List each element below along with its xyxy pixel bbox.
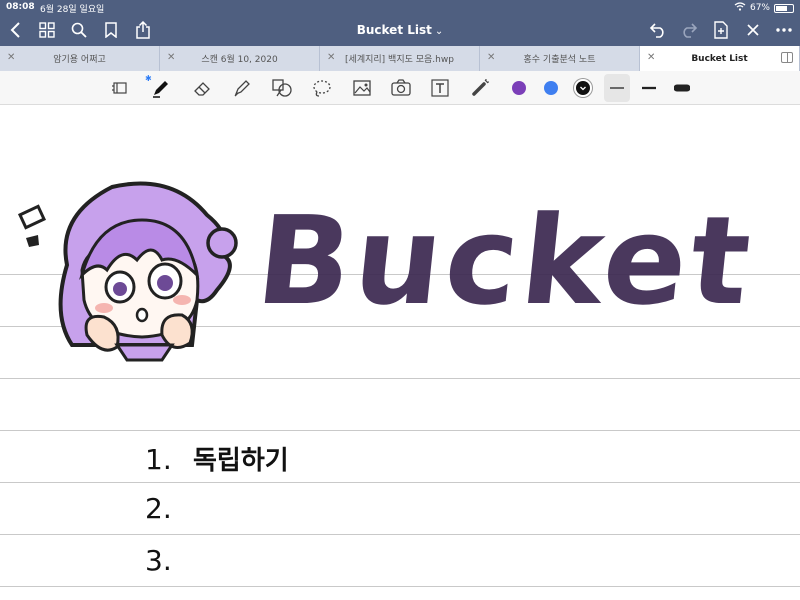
undo-button[interactable] (646, 18, 670, 42)
tab-0[interactable]: ✕ 암기용 어쩌고 (0, 46, 160, 71)
tab-label: 암기용 어쩌고 (53, 55, 106, 65)
tab-label: 홍수 기출분석 노트 (523, 55, 596, 65)
drawing-toolbar: ✱ (0, 71, 800, 105)
stroke-thick-option[interactable] (670, 76, 694, 100)
stroke-thin-option[interactable] (604, 74, 630, 102)
tab-1[interactable]: ✕ 스캔 6월 10, 2020 (160, 46, 320, 71)
chevron-down-icon (580, 86, 586, 91)
list-item: 3. (145, 544, 193, 577)
list-item-number: 2. (145, 492, 172, 525)
battery-fill (776, 5, 787, 11)
laser-pointer-tool[interactable] (468, 76, 492, 100)
handwritten-heading: Bucket L (250, 190, 800, 332)
color-swatch-black-selected[interactable] (576, 81, 590, 95)
lasso-tool[interactable] (310, 76, 334, 100)
pen-tool[interactable] (149, 76, 173, 100)
app-window: 08:08 6월 28일 일요일 67% Bucket List ⌄ ✕ 암기용… (0, 0, 800, 600)
status-right: 67% (734, 2, 794, 14)
thick-stroke-icon (674, 84, 690, 92)
undo-icon (649, 23, 664, 38)
image-icon (353, 80, 371, 96)
battery-icon (774, 3, 794, 13)
list-item-number: 1. (145, 443, 172, 476)
stroke-medium-option[interactable] (637, 76, 661, 100)
add-page-button[interactable] (709, 18, 733, 42)
document-title-text: Bucket List (356, 23, 432, 37)
purple-hair-character-sticker[interactable] (12, 175, 247, 365)
medium-stroke-icon (642, 86, 656, 90)
close-tab-icon[interactable]: ✕ (167, 52, 175, 63)
ruled-line (0, 378, 800, 379)
close-tab-icon[interactable]: ✕ (647, 52, 655, 63)
list-item-text: 독립하기 (193, 446, 289, 476)
chevron-down-icon: ⌄ (434, 26, 444, 37)
tab-label: Bucket List (691, 53, 748, 64)
tab-2[interactable]: ✕ [세계지리] 백지도 모음.hwp (320, 46, 480, 71)
nav-row: Bucket List ⌄ (0, 14, 800, 46)
document-tabs: ✕ 암기용 어쩌고 ✕ 스캔 6월 10, 2020 ✕ [세계지리] 백지도 모음.… (0, 46, 800, 71)
more-button[interactable] (772, 18, 796, 42)
text-tool[interactable] (428, 76, 452, 100)
pen-icon (153, 81, 168, 98)
surprise-marks (17, 204, 47, 247)
close-button[interactable] (741, 18, 765, 42)
ruled-line (0, 482, 800, 483)
ruled-line (0, 534, 800, 535)
ruled-line (0, 586, 800, 587)
ruled-line (0, 430, 800, 431)
eraser-tool[interactable] (190, 76, 214, 100)
wifi-icon (734, 2, 746, 14)
list-item: 1. 독립하기 (145, 440, 289, 477)
status-bar: 08:08 6월 28일 일요일 67% (0, 0, 800, 15)
camera-tool[interactable] (389, 76, 413, 100)
color-swatch-purple[interactable] (512, 81, 526, 95)
thin-stroke-icon (610, 87, 624, 89)
highlighter-tool[interactable] (230, 76, 254, 100)
redo-icon (683, 23, 698, 38)
status-time: 08:08 (6, 2, 35, 12)
eraser-icon (194, 82, 210, 96)
highlighter-icon (234, 80, 250, 97)
more-icon (776, 28, 792, 32)
shapes-icon (272, 79, 292, 97)
list-item: 2. (145, 492, 193, 525)
laser-pointer-icon (472, 79, 489, 96)
camera-icon (391, 79, 411, 96)
lasso-icon (313, 80, 331, 97)
redo-button[interactable] (677, 18, 701, 42)
split-view-icon[interactable] (781, 52, 793, 63)
color-swatch-blue[interactable] (544, 81, 558, 95)
add-page-icon (714, 21, 728, 39)
shapes-tool[interactable] (270, 76, 294, 100)
tab-4-active[interactable]: ✕ Bucket List (640, 46, 800, 71)
tab-label: [세계지리] 백지도 모음.hwp (345, 55, 454, 65)
read-only-mode-button[interactable] (108, 76, 132, 100)
top-bar: 08:08 6월 28일 일요일 67% Bucket List ⌄ (0, 0, 800, 46)
tab-label: 스캔 6월 10, 2020 (201, 55, 278, 65)
image-tool[interactable] (350, 76, 374, 100)
reader-icon (112, 82, 127, 94)
close-tab-icon[interactable]: ✕ (327, 52, 335, 63)
close-tab-icon[interactable]: ✕ (487, 52, 495, 63)
list-item-number: 3. (145, 544, 172, 577)
tab-3[interactable]: ✕ 홍수 기출분석 노트 (480, 46, 640, 71)
close-tab-icon[interactable]: ✕ (7, 52, 15, 63)
close-icon (747, 24, 759, 36)
battery-percent: 67% (749, 3, 770, 13)
text-icon (431, 79, 449, 97)
